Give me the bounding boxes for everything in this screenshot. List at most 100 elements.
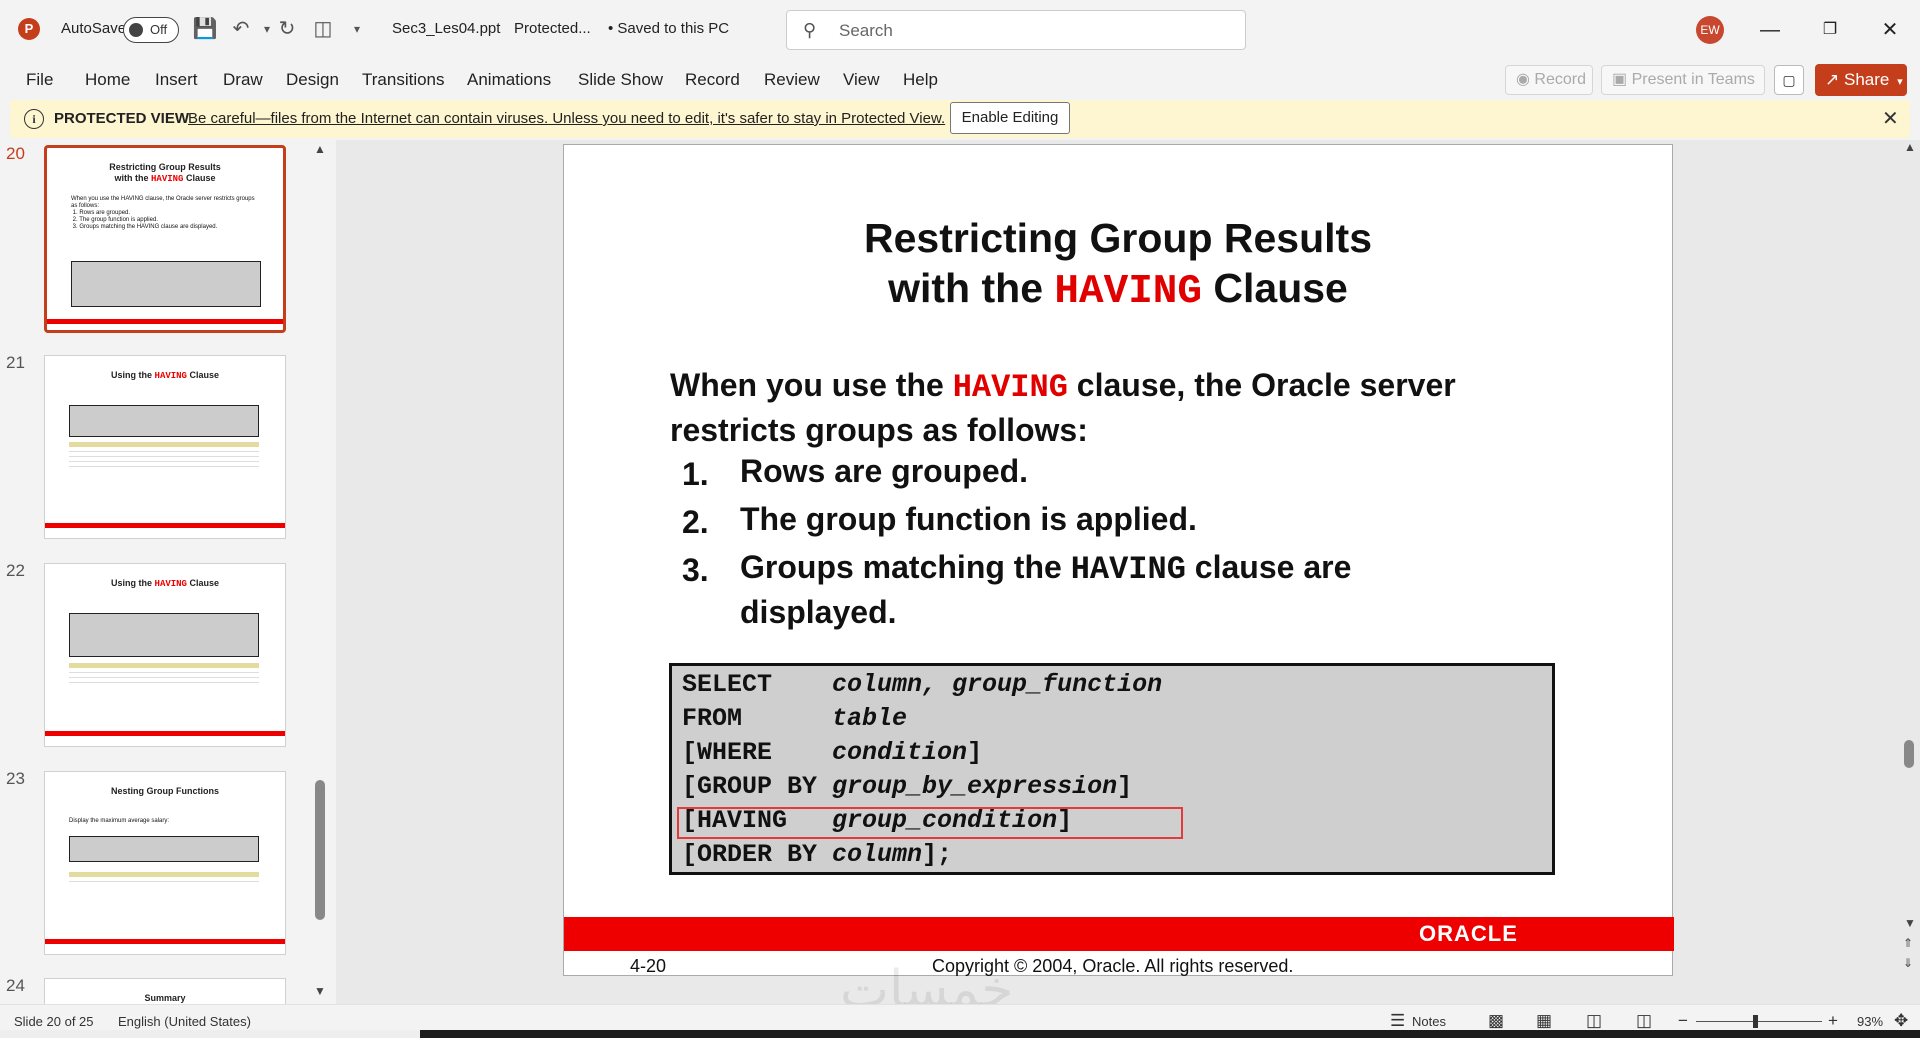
present-in-teams-label: Present in Teams [1631,71,1755,88]
scroll-up-icon[interactable]: ▲ [314,142,326,156]
zoom-slider[interactable] [1696,1021,1822,1022]
autosave-label: AutoSave [61,20,127,37]
zoom-in-icon[interactable]: + [1828,1011,1838,1031]
tab-slide-show[interactable]: Slide Show [578,70,663,90]
slide-intro-keyword: HAVING [952,369,1068,406]
thumbnail-code-box [71,261,261,307]
minimize-icon[interactable]: — [1752,14,1788,46]
code-keyword: FROM [682,704,833,733]
scroll-down-icon[interactable]: ▼ [314,984,326,998]
tab-draw[interactable]: Draw [223,70,263,90]
language-indicator[interactable]: English (United States) [118,1014,251,1029]
code-argument: group_by_expression [832,772,1118,801]
editor-scrollbar[interactable] [1904,740,1914,768]
step-text: Rows are grouped. [740,453,1029,489]
teams-icon: ▣ [1612,71,1628,88]
tab-home[interactable]: Home [85,70,130,90]
comments-icon[interactable]: ▢ [1774,65,1804,95]
share-button[interactable]: ↗ Share ▾ [1815,64,1907,96]
search-box[interactable]: ⚲ Search [786,10,1246,50]
step-number: 1. [682,456,709,492]
slide-intro: When you use the HAVING clause, the Orac… [670,364,1456,451]
tab-record[interactable]: Record [685,70,740,90]
present-from-start-icon[interactable]: ◫ [310,16,336,42]
slide-title-pre: with the [888,265,1055,311]
code-argument: condition [832,738,968,767]
code-line: [ORDER BY column]; [682,840,952,869]
thumbnail-slide-22[interactable]: Using the HAVING Clause [44,563,286,747]
oracle-logo: ORACLE [1419,921,1518,946]
notes-button[interactable]: Notes [1412,1014,1446,1029]
thumbnail-scrollbar[interactable] [315,780,325,920]
tab-animations[interactable]: Animations [467,70,551,90]
normal-view-icon[interactable]: ▩ [1488,1011,1504,1031]
share-label: Share [1843,70,1890,89]
avatar[interactable]: EW [1696,16,1724,44]
undo-icon[interactable]: ↶ [228,16,254,42]
tab-insert[interactable]: Insert [155,70,198,90]
thumbnail-code-box [69,613,259,657]
zoom-slider-thumb[interactable] [1753,1015,1758,1028]
code-keyword: [WHERE [682,738,833,767]
code-tail: ] [1117,772,1133,801]
thumbnail-footer-bar [47,319,283,324]
share-dropdown-icon: ▾ [1897,76,1903,88]
enable-editing-button[interactable]: Enable Editing [950,102,1070,134]
step-number: 2. [682,504,709,540]
reading-view-icon[interactable]: ◫ [1586,1011,1602,1031]
record-button[interactable]: ◉ Record [1505,65,1593,95]
thumbnail-title: Using the HAVING Clause [45,370,285,382]
syntax-code-box: SELECT column, group_function FROM table… [669,663,1555,875]
restore-icon[interactable]: ❐ [1812,14,1848,46]
slide-page-ref: 4-20 [630,956,667,976]
customize-toolbar-icon[interactable]: ▾ [344,16,370,42]
slide-sorter-icon[interactable]: ▦ [1536,1011,1552,1031]
thumbnail-slide-23[interactable]: Nesting Group Functions Display the maxi… [44,771,286,955]
next-slide-icon[interactable]: ⇓ [1903,956,1913,970]
close-icon[interactable]: ✕ [1872,14,1908,46]
tab-help[interactable]: Help [903,70,938,90]
step-number: 3. [682,552,709,588]
tab-file[interactable]: File [26,70,53,90]
slide-show-icon[interactable]: ◫ [1636,1011,1652,1031]
thumbnail-footer-bar [45,939,285,944]
thumbnail-body: Display the maximum average salary: [69,818,170,824]
fit-to-window-icon[interactable]: ✥ [1894,1011,1908,1031]
step-text: Groups matching the HAVING clause are di… [740,546,1351,633]
code-tail: ] [967,738,983,767]
thumbnail-slide-24[interactable]: Summary [44,978,286,1004]
thumbnail-number: 21 [6,353,25,372]
thumbnail-title: Nesting Group Functions [111,786,219,796]
tab-design[interactable]: Design [286,70,339,90]
thumbnail-slide-21[interactable]: Using the HAVING Clause [44,355,286,539]
notes-icon[interactable]: ☰ [1390,1011,1405,1031]
thumbnail-title-post: Clause [183,173,216,183]
editor-scroll-down-icon[interactable]: ▼ [1904,916,1916,930]
autosave-toggle[interactable]: Off [123,17,179,43]
code-line: [WHERE condition] [682,738,982,767]
save-icon[interactable]: 💾 [192,16,218,42]
protected-view-message[interactable]: Be careful—files from the Internet can c… [188,110,945,127]
slide-title-line1: Restricting Group Results [863,215,1372,261]
toggle-knob [129,23,143,37]
present-in-teams-button[interactable]: ▣ Present in Teams [1601,65,1765,95]
thumbnail-result-table [69,663,259,683]
tab-view[interactable]: View [843,70,880,90]
autosave-state: Off [150,22,168,37]
code-line: [GROUP BY group_by_expression] [682,772,1132,801]
current-slide[interactable]: Restricting Group Results with the HAVIN… [563,144,1674,976]
previous-slide-icon[interactable]: ⇑ [1903,936,1913,950]
tab-transitions[interactable]: Transitions [362,70,445,90]
step-text-keyword: HAVING [1070,551,1186,588]
editor-scroll-up-icon[interactable]: ▲ [1904,140,1916,154]
thumbnail-title-post: Clause [186,370,219,380]
zoom-out-icon[interactable]: − [1678,1011,1688,1031]
redo-icon[interactable]: ↻ [274,16,300,42]
thumbnail-title: Restricting Group Results with the HAVIN… [47,162,283,185]
slide-title-post: Clause [1202,265,1348,311]
close-bar-icon[interactable]: ✕ [1882,106,1899,131]
thumbnail-slide-20[interactable]: Restricting Group Results with the HAVIN… [44,145,286,333]
thumbnail-number: 23 [6,769,25,788]
zoom-level[interactable]: 93% [1857,1014,1883,1029]
tab-review[interactable]: Review [764,70,820,90]
